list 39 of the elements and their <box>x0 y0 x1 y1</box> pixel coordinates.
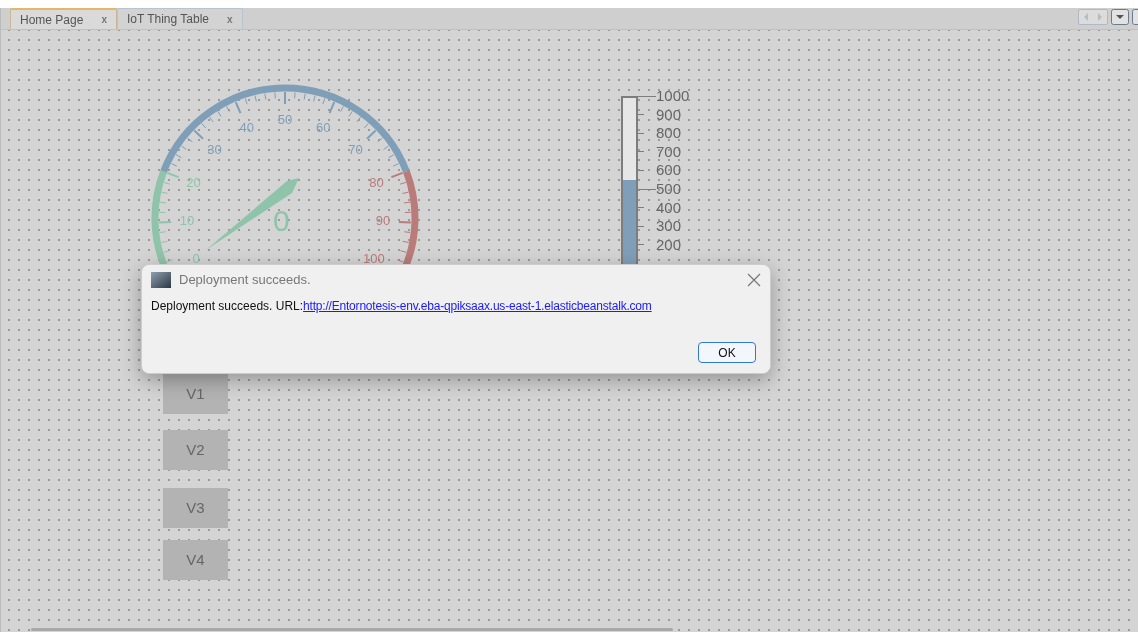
ok-button[interactable]: OK <box>698 342 756 363</box>
gauge-label: 80 <box>369 175 384 190</box>
thermometer-label: 700 <box>656 143 682 160</box>
dialog-message: Deployment succeeds. URL: <box>151 298 304 315</box>
gauge-value: 0 <box>273 206 290 236</box>
gauge-label: 20 <box>186 175 201 190</box>
app-logo-icon <box>151 272 171 288</box>
gauge-label: 100 <box>362 252 385 267</box>
thermometer-label: 400 <box>656 199 682 216</box>
value-button[interactable]: V4 <box>163 540 228 580</box>
gauge-label: 40 <box>239 120 254 135</box>
thermometer-label: 300 <box>656 218 682 235</box>
thermometer-label: 200 <box>656 236 682 253</box>
gauge-label: 50 <box>277 113 293 127</box>
dialog-title: Deployment succeeds. <box>179 271 312 290</box>
thermometer-label: 800 <box>656 125 682 142</box>
gauge-label: 0 <box>192 252 200 267</box>
close-button[interactable]: x <box>227 11 233 27</box>
gauge-label: 70 <box>348 142 363 157</box>
gauge-label: 30 <box>207 142 222 157</box>
tab-label: Home Page <box>20 11 84 29</box>
horizontal-scrollbar[interactable] <box>31 628 673 631</box>
dropdown-icon[interactable] <box>1111 9 1129 25</box>
value-button[interactable]: V3 <box>163 488 228 528</box>
gauge-label: 60 <box>316 120 331 135</box>
tab-label: IoT Thing Table <box>126 11 209 28</box>
gauge-label: 90 <box>375 214 391 229</box>
tab[interactable]: IoT Thing Table x <box>116 8 243 29</box>
tab[interactable]: Home Page x <box>10 8 117 29</box>
thermometer-label: 500 <box>656 181 682 197</box>
value-button[interactable]: V1 <box>163 374 228 414</box>
thermometer-label: 600 <box>656 162 682 179</box>
value-button[interactable]: V2 <box>163 430 228 470</box>
close-icon[interactable] <box>747 273 761 287</box>
close-button[interactable]: x <box>101 12 107 27</box>
thermometer-label: 1000 <box>656 88 690 104</box>
thermometer-label: 900 <box>656 106 682 123</box>
gauge-label: 10 <box>179 214 195 229</box>
deployment-url-link[interactable]: http://Entornotesis-env.eba-qpiksaax.us-east-1.elasticbeanstalk.com <box>303 297 652 315</box>
